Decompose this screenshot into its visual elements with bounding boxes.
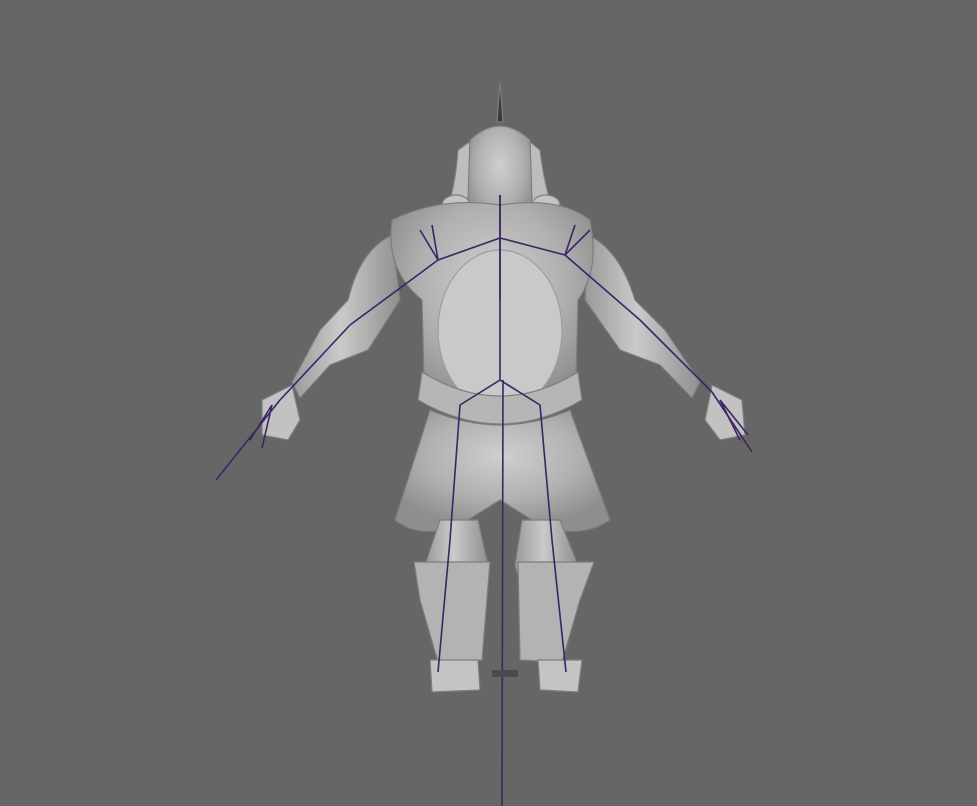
viewport-canvas[interactable] (0, 0, 977, 806)
left-forearm (279, 324, 351, 401)
head-antenna (496, 81, 504, 123)
right-arm (584, 234, 701, 400)
left-boot (413, 561, 491, 663)
pivot-marker[interactable] (492, 670, 518, 677)
root-bone (501, 379, 504, 806)
left-foot (429, 659, 481, 693)
3d-viewport[interactable] (0, 0, 977, 806)
right-foot (537, 659, 583, 693)
left-arm (291, 234, 401, 400)
